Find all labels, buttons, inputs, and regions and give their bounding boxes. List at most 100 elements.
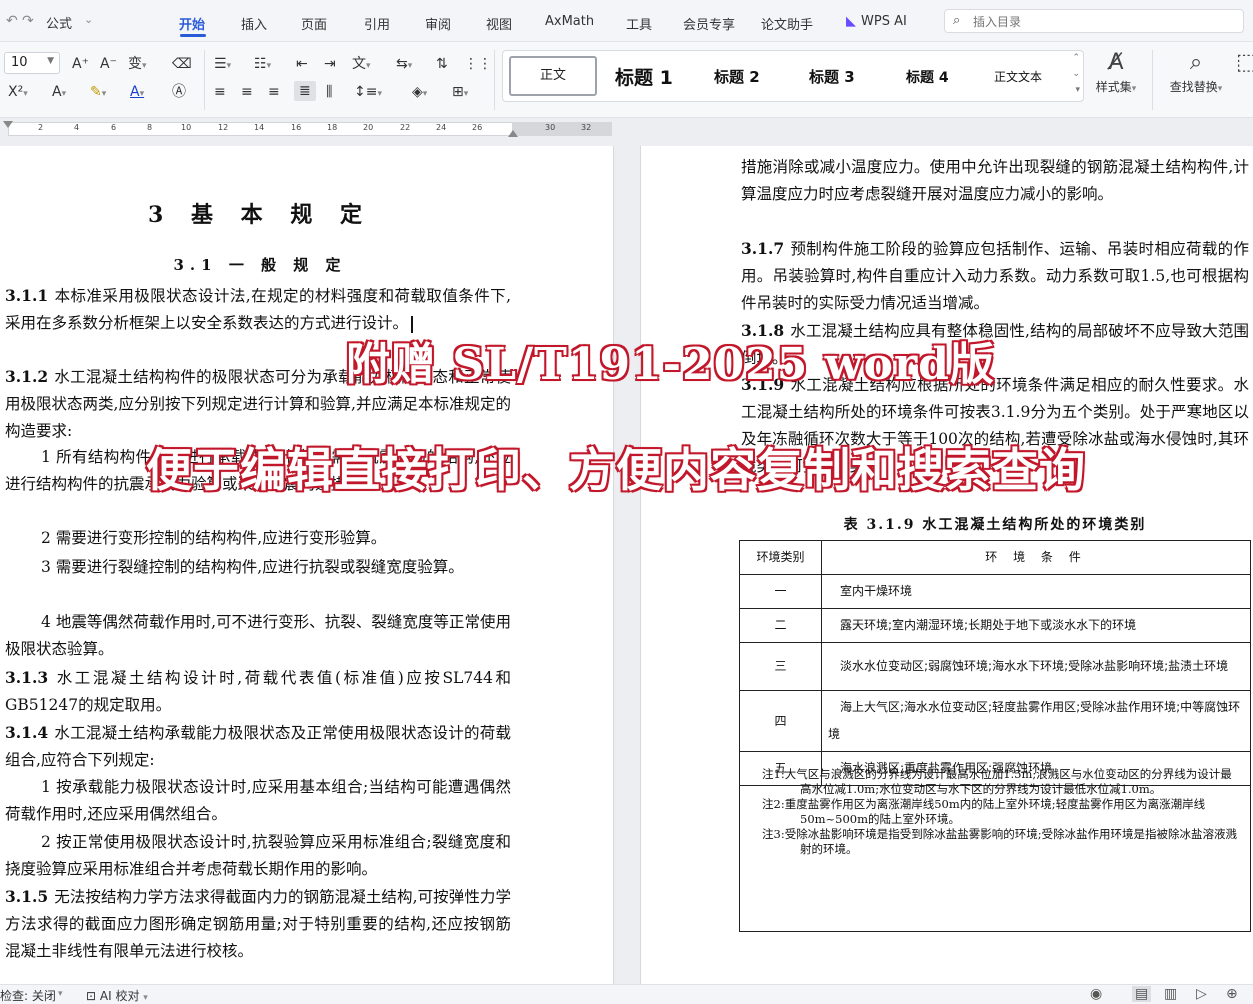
table-cell-condition: 室内干燥环境	[821, 574, 1251, 609]
clause-item: 3 需要进行裂缝控制的结构构件,应进行抗裂或裂缝宽度验算。	[41, 558, 464, 576]
globe-icon[interactable]: ⊕	[1226, 986, 1238, 1002]
find-replace-button[interactable]: ⌕ 查找替换▾	[1166, 48, 1226, 95]
undo-icon[interactable]: ↶	[6, 13, 18, 29]
eye-icon[interactable]: ◉	[1090, 986, 1102, 1002]
justify-icon[interactable]: ≣	[294, 81, 316, 101]
select-button[interactable]: ⬚	[1236, 48, 1253, 78]
sort-icon[interactable]: ⇅	[436, 55, 448, 73]
line-spacing-icon[interactable]: ↕≡▾	[354, 83, 382, 103]
scroll-up-icon[interactable]: ⌃	[1072, 53, 1080, 63]
tab-paper-assistant[interactable]: 论文助手	[761, 14, 813, 33]
promo-banner-line-2: 便于编辑直接打印、方便内容复制和搜索查询	[145, 442, 1086, 498]
quick-format-button[interactable]: 公式	[46, 13, 72, 32]
font-size-value: 10	[11, 55, 28, 70]
style-normal[interactable]: 正文	[509, 56, 597, 96]
chevron-down-icon[interactable]: ⌄	[84, 13, 93, 26]
clause-text: 本标准采用极限状态设计法,在规定的材料强度和荷载取值条件下,采用在多系数分析框架…	[5, 287, 511, 332]
font-size-select[interactable]: 10 ▼	[4, 52, 60, 74]
highlight-icon[interactable]: ✎▾	[90, 83, 106, 103]
document-page-left[interactable]: 3 基 本 规 定 3.1 一 般 规 定 3.1.1 本标准采用极限状态设计法,…	[0, 146, 614, 984]
align-center-icon[interactable]: ≡	[241, 83, 253, 101]
table-row: 二 露天环境;室内潮湿环境;长期处于地下或淡水水下的环境	[739, 608, 1251, 643]
clause-3-1-4: 3.1.4 水工混凝土结构承载能力极限状态及正常使用极限状态设计的荷载组合,应符合…	[5, 719, 511, 774]
toolbar-divider	[204, 50, 205, 110]
tab-view[interactable]: 视图	[486, 14, 512, 33]
style-heading-3[interactable]: 标题 3	[809, 66, 855, 87]
clause-text: 预制构件施工阶段的验算应包括制作、运输、吊装时相应荷载的作用。吊装验算时,构件自…	[741, 240, 1249, 312]
table-cell-category: 三	[739, 642, 822, 691]
show-marks-icon[interactable]: ⋮⋮	[464, 55, 492, 73]
clause-item: 2 需要进行变形控制的结构构件,应进行变形验算。	[41, 529, 387, 547]
table-note: 注2:重度盐雾作用区为离涨潮岸线50m内的陆上室外环境;轻度盐雾作用区为离涨潮岸…	[762, 797, 1206, 826]
superscript-icon[interactable]: X²▾	[8, 83, 28, 103]
table-cell-category: 四	[739, 690, 822, 752]
decrease-font-icon[interactable]: A⁻	[100, 55, 117, 73]
table-note: 注3:受除冰盐影响环境是指受到除冰盐盐雾影响的环境;受除冰盐作用环境是指被除冰盐…	[762, 827, 1238, 856]
tab-references[interactable]: 引用	[364, 14, 390, 33]
text-direction-icon[interactable]: ⇆▾	[396, 55, 412, 75]
search-box[interactable]: ⌕	[944, 9, 1244, 33]
select-icon: ⬚	[1236, 50, 1253, 75]
style-set-label: 样式集	[1095, 80, 1132, 94]
style-body-text[interactable]: 正文文本	[994, 68, 1042, 85]
table-cell-category: 二	[739, 608, 822, 643]
style-heading-1[interactable]: 标题 1	[615, 63, 673, 90]
page-view-icon[interactable]: ▤	[1132, 986, 1152, 1002]
style-heading-2[interactable]: 标题 2	[714, 66, 760, 87]
numbered-list-icon[interactable]: ☷▾	[254, 55, 271, 75]
wps-ai-button[interactable]: ◣ WPS AI	[846, 14, 907, 29]
font-color-icon[interactable]: A▾	[130, 83, 144, 103]
chinese-layout-icon[interactable]: 文▾	[352, 55, 371, 75]
bullet-list-icon[interactable]: ☰▾	[214, 55, 231, 75]
table-cell-category: 一	[739, 574, 822, 609]
style-set-button[interactable]: A̸ 样式集▾	[1092, 48, 1140, 95]
eraser-icon[interactable]: ⌫	[172, 55, 192, 73]
tab-tools[interactable]: 工具	[626, 14, 652, 33]
distributed-align-icon[interactable]: ⫼	[326, 83, 332, 101]
wps-ai-label: WPS AI	[861, 14, 907, 29]
right-indent-marker[interactable]	[508, 130, 518, 137]
first-line-indent-marker[interactable]	[3, 121, 13, 128]
text-effect-icon[interactable]: A▾	[52, 83, 66, 103]
tab-home[interactable]: 开始	[179, 14, 205, 33]
chapter-title: 基 本 规 定	[191, 202, 372, 228]
chevron-down-icon[interactable]: ▾	[58, 989, 63, 999]
ai-check-icon: ⊡	[86, 989, 97, 1003]
table-header-row: 环境类别 环 境 条 件	[739, 540, 1251, 575]
clause-number: 3.1.1	[5, 286, 49, 305]
increase-indent-icon[interactable]: ⇥	[324, 55, 336, 73]
ruler-tick: 4	[74, 123, 80, 132]
clause-number: 3.1.2	[5, 367, 49, 386]
search-input[interactable]	[973, 13, 1233, 30]
borders-icon[interactable]: ⊞▾	[452, 83, 468, 103]
toolbar-divider	[1152, 50, 1153, 110]
increase-font-icon[interactable]: A⁺	[72, 55, 89, 73]
table-cell-condition: 海上大气区;海水水位变动区;轻度盐雾作用区;受除冰盐作用环境;中等腐蚀环境	[821, 690, 1251, 752]
proofread-status[interactable]: 检查: 关闭	[0, 987, 56, 1004]
char-border-icon[interactable]: Ⓐ	[172, 83, 186, 101]
shading-icon[interactable]: ◈▾	[412, 83, 427, 103]
search-icon: ⌕	[1189, 50, 1203, 75]
tab-member[interactable]: 会员专享	[683, 14, 735, 33]
expand-gallery-icon[interactable]: ▾	[1075, 85, 1080, 95]
tab-insert[interactable]: 插入	[241, 14, 267, 33]
tab-page[interactable]: 页面	[301, 14, 327, 33]
horizontal-ruler[interactable]: 2 4 6 8 10 12 14 16 18 20 22 24 26 30 32	[0, 118, 1253, 140]
align-right-icon[interactable]: ≡	[268, 83, 280, 101]
tab-axmath[interactable]: AxMath	[545, 14, 594, 29]
change-case-icon[interactable]: 变▾	[128, 55, 147, 75]
web-view-icon[interactable]: ▥	[1164, 986, 1177, 1002]
style-heading-4[interactable]: 标题 4	[906, 67, 949, 87]
scroll-down-icon[interactable]: ⌄	[1072, 69, 1080, 79]
clause-text: 无法按结构力学方法求得截面内力的钢筋混凝土结构,可按弹性力学方法求得的截面应力图…	[5, 888, 511, 960]
clause-item: 4 地震等偶然荷载作用时,可不进行变形、抗裂、裂缝宽度等正常使用极限状态验算。	[5, 613, 511, 658]
ai-check-button[interactable]: ⊡ AI 校对 ▾	[86, 987, 148, 1004]
play-icon[interactable]: ▷	[1196, 986, 1207, 1002]
align-left-icon[interactable]: ≡	[214, 83, 226, 101]
section-title: 一 般 规 定	[228, 256, 347, 274]
tab-review[interactable]: 审阅	[425, 14, 451, 33]
decrease-indent-icon[interactable]: ⇤	[296, 55, 308, 73]
redo-icon[interactable]: ↷	[22, 13, 34, 29]
promo-banner-line-1: 附赠 SL/T191-2025 word版	[345, 338, 995, 391]
document-page-right[interactable]: 措施消除或减小温度应力。使用中允许出现裂缝的钢筋混凝土结构构件,计算温度应力时应…	[640, 146, 1253, 984]
